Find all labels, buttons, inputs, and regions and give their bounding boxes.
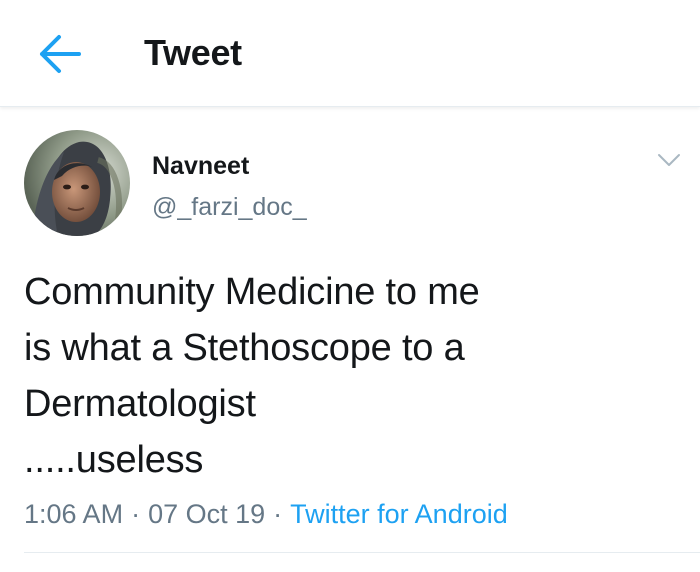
tweet-source-link[interactable]: Twitter for Android (290, 499, 508, 529)
meta-separator: · (273, 499, 283, 529)
back-button[interactable] (30, 28, 88, 80)
arrow-left-icon (40, 35, 81, 73)
author-handle[interactable]: @_farzi_doc_ (152, 191, 307, 223)
author-name[interactable]: Navneet (152, 150, 249, 182)
tweet-menu-button[interactable] (654, 148, 684, 172)
tweet-time: 1:06 AM (24, 499, 124, 529)
chevron-down-icon (658, 154, 680, 166)
tweet-meta: 1:06 AM · 07 Oct 19 · Twitter for Android (24, 496, 508, 532)
page-title: Tweet (144, 32, 242, 73)
tweet-text-line: Community Medicine to me (24, 271, 480, 313)
meta-separator: · (131, 499, 141, 529)
avatar-photo (24, 130, 130, 236)
divider (24, 552, 700, 553)
tweet-text-line: .....useless (24, 439, 204, 481)
tweet-text-line: Dermatologist (24, 383, 256, 425)
tweet-text-line: is what a Stethoscope to a (24, 327, 465, 369)
top-bar: Tweet (0, 0, 700, 107)
avatar[interactable] (24, 130, 130, 236)
tweet-date: 07 Oct 19 (148, 499, 266, 529)
tweet-text: Community Medicine to me is what a Steth… (24, 264, 684, 488)
